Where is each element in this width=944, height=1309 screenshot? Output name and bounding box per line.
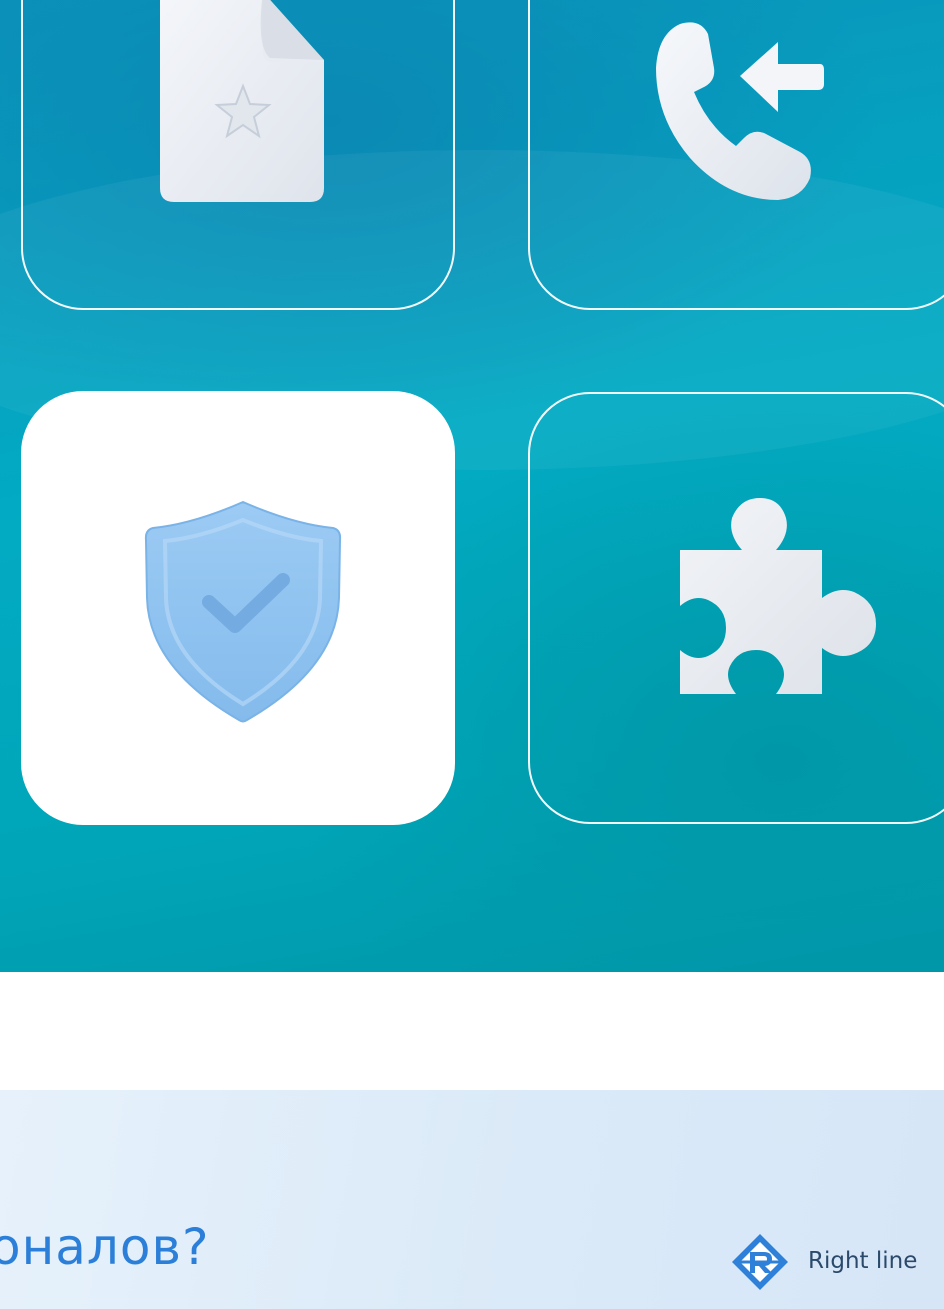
document-card bbox=[21, 0, 455, 310]
incoming-call-card bbox=[528, 0, 944, 310]
right-line-logo-icon bbox=[730, 1232, 790, 1292]
hero-banner bbox=[0, 0, 944, 972]
security-card bbox=[21, 391, 455, 825]
footer-band bbox=[0, 1090, 944, 1309]
brand-name[interactable]: Right line bbox=[808, 1248, 917, 1274]
footer-headline: оналов? bbox=[0, 1218, 210, 1276]
integration-card bbox=[528, 392, 944, 824]
